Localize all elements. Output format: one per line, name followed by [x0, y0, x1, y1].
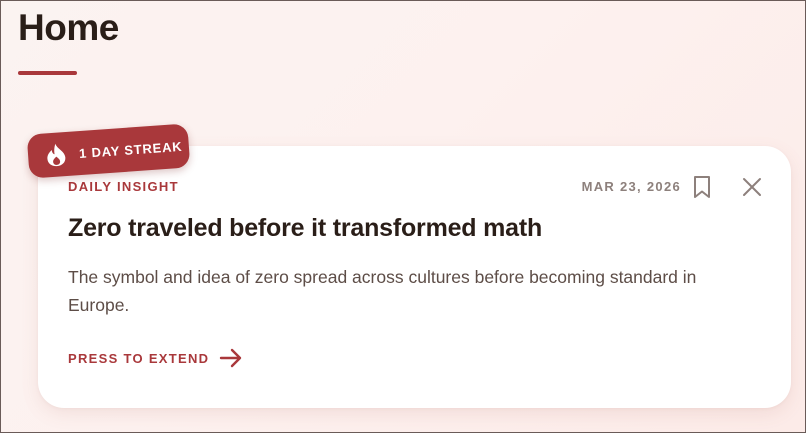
- bookmark-icon: [694, 176, 710, 198]
- streak-label: 1 DAY STREAK: [78, 138, 183, 161]
- card-category: DAILY INSIGHT: [68, 179, 179, 194]
- extend-button[interactable]: PRESS TO EXTEND: [68, 348, 243, 368]
- card-date: MAR 23, 2026: [581, 179, 681, 194]
- close-button[interactable]: [741, 176, 763, 198]
- arrow-right-icon: [220, 348, 242, 368]
- close-icon: [743, 178, 761, 196]
- page-title: Home: [18, 7, 119, 48]
- insight-card[interactable]: DAILY INSIGHT MAR 23, 2026 Zero traveled…: [38, 146, 791, 408]
- extend-label: PRESS TO EXTEND: [68, 350, 210, 366]
- flame-icon: [47, 143, 66, 167]
- card-title: Zero traveled before it transformed math: [68, 214, 543, 242]
- bookmark-button[interactable]: [691, 174, 713, 200]
- card-body: The symbol and idea of zero spread acros…: [68, 267, 697, 315]
- title-underline: [18, 71, 77, 75]
